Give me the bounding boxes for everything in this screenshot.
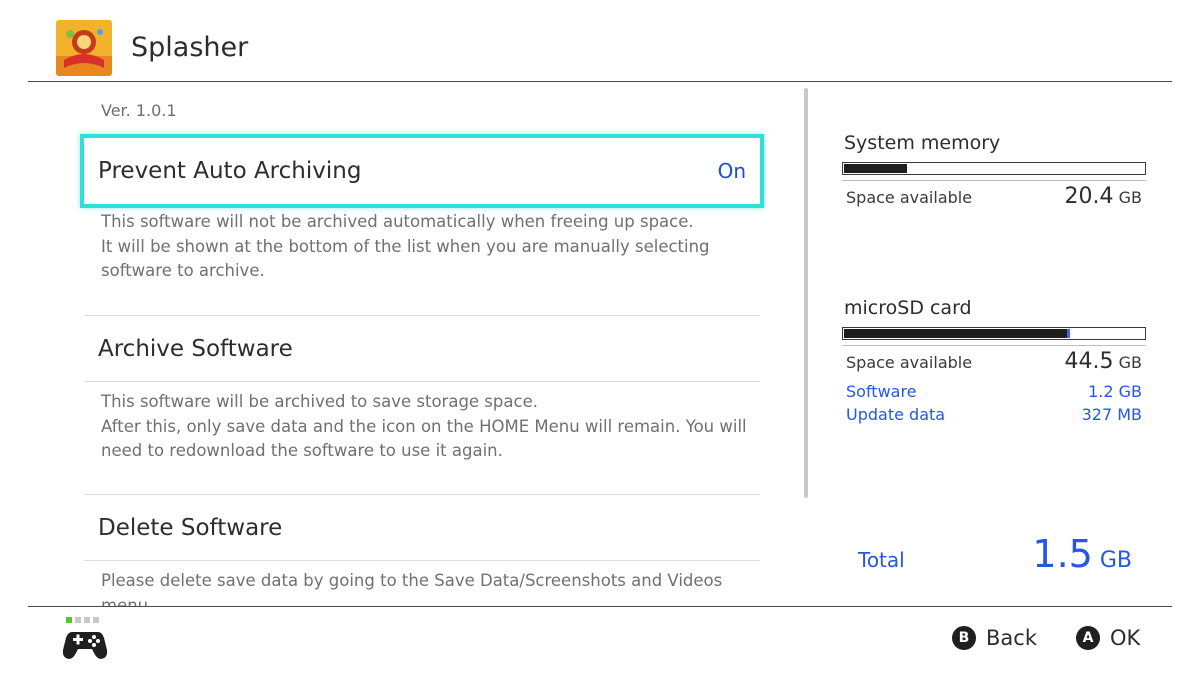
system-memory-bar-fill [844,164,907,173]
sd-software-row: Software 1.2 GB [846,382,1142,401]
sd-space-available-row: Space available 44.5 GB [846,349,1142,374]
sd-update-data-row: Update data 327 MB [846,405,1142,424]
splasher-game-icon [56,20,112,76]
system-memory-bar [842,162,1146,175]
description-line: This software will be archived to save s… [101,392,538,411]
back-label: Back [986,626,1037,650]
total-size-row: Total 1.5 GB [858,532,1132,576]
footer-divider [28,606,1172,607]
software-size-label: Software [846,382,917,401]
version-label: Ver. 1.0.1 [101,101,177,120]
description-line: It will be shown at the bottom of the li… [101,236,710,256]
a-button-icon: A [1076,626,1100,650]
option-value: On [717,159,746,183]
space-available-value: 44.5 GB [1064,349,1142,374]
description-line: Please delete save data by going to the … [101,571,723,590]
description-line: need to redownload the software to use i… [101,441,503,460]
divider [84,560,760,561]
divider [84,494,760,495]
space-available-label: Space available [846,353,973,372]
system-space-available-row: Space available 20.4 GB [846,184,1142,209]
space-available-value: 20.4 GB [1064,184,1142,209]
divider [842,345,1146,346]
divider [842,180,1146,181]
page-title: Splasher [131,32,249,63]
option-label: Delete Software [98,515,283,541]
b-button-icon: B [952,626,976,650]
header: Splasher [0,0,1200,82]
divider [84,315,760,316]
prevent-auto-archiving-description: This software will not be archived autom… [101,210,751,284]
description-line: After this, only save data and the icon … [101,416,747,436]
delete-software-description: Please delete save data by going to the … [101,569,751,606]
space-available-label: Space available [846,188,973,207]
scrollbar[interactable] [804,88,808,498]
archive-software-description: This software will be archived to save s… [101,390,751,464]
description-line: menu. [101,595,154,607]
divider [84,381,760,382]
microsd-card-bar [842,327,1146,340]
software-size-value: 1.2 GB [1088,382,1142,401]
microsd-software-bar-fill [1067,329,1070,338]
system-memory-label: System memory [844,132,1001,154]
ok-label: OK [1110,626,1141,650]
update-data-label: Update data [846,405,946,424]
storage-panel: System memory Space available 20.4 GB mi… [820,82,1160,606]
option-label: Archive Software [98,336,293,362]
update-data-value: 327 MB [1081,405,1142,424]
description-line: software to archive. [101,261,265,280]
option-label: Prevent Auto Archiving [98,158,362,184]
microsd-card-label: microSD card [844,297,972,319]
archive-software-option[interactable]: Archive Software [84,317,760,381]
total-value: 1.5 GB [1032,532,1132,576]
description-line: This software will not be archived autom… [101,212,694,231]
back-button[interactable]: B Back [952,626,1037,650]
total-label: Total [858,548,905,572]
prevent-auto-archiving-option[interactable]: Prevent Auto Archiving On [80,134,764,208]
microsd-card-bar-fill [844,329,1067,338]
delete-software-option[interactable]: Delete Software [84,496,760,560]
software-options-panel: Ver. 1.0.1 Prevent Auto Archiving On Thi… [0,82,800,606]
controller-icon [62,616,108,662]
ok-button[interactable]: A OK [1076,626,1140,650]
